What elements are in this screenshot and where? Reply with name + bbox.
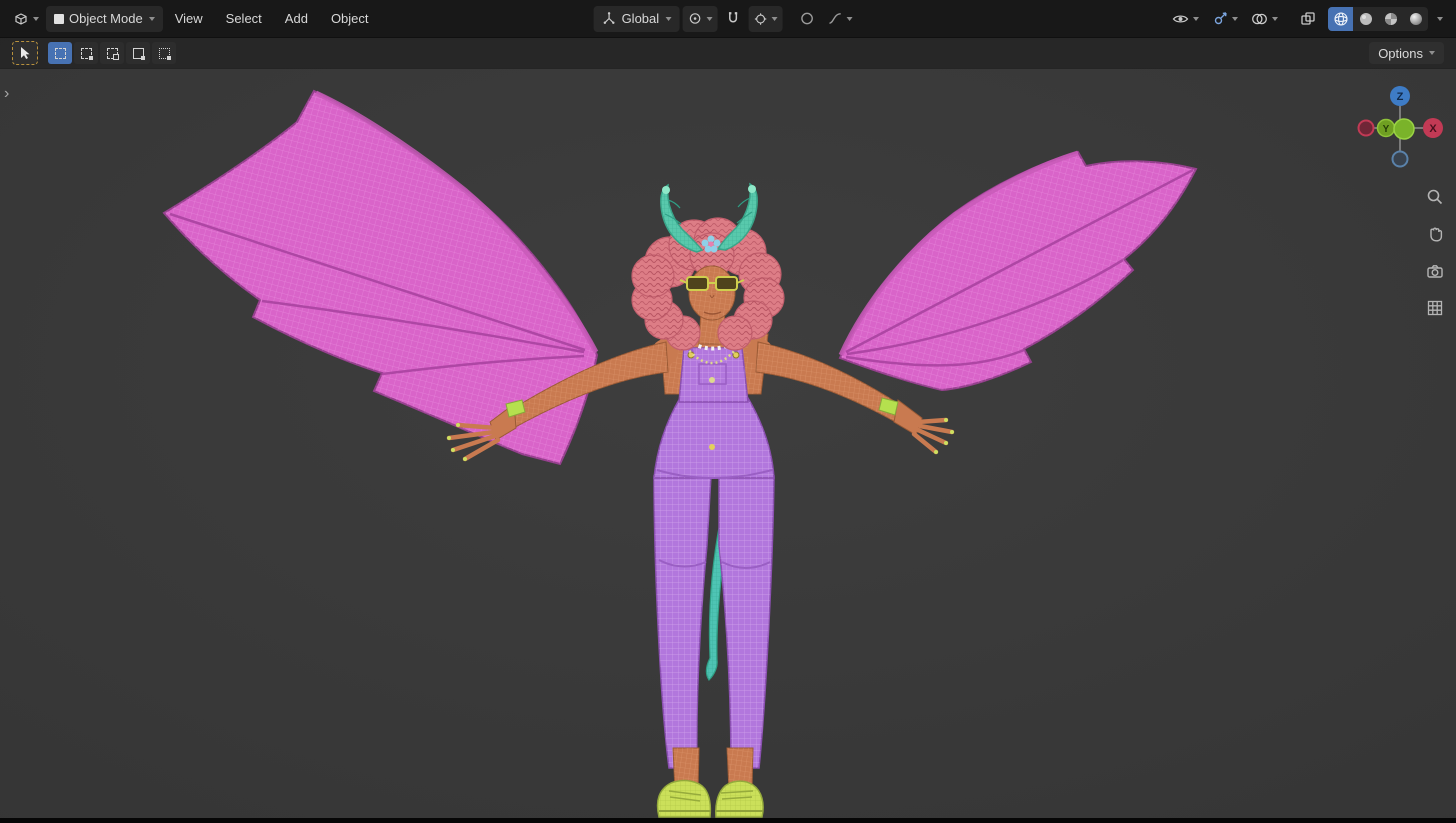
menu-add[interactable]: Add <box>275 6 318 32</box>
pivot-point-icon <box>689 13 700 24</box>
xray-toggle[interactable] <box>1295 6 1321 32</box>
scene-canvas <box>0 38 1456 818</box>
chevron-down-icon <box>706 16 713 21</box>
select-box-extend-icon <box>80 47 93 60</box>
gizmo-axis-y-neg[interactable] <box>1393 118 1415 140</box>
blender-window: Object Mode View Select Add Object Globa… <box>0 0 1456 823</box>
select-box-intersect-icon <box>158 47 171 60</box>
gizmo-axis-x-neg[interactable] <box>1357 119 1375 137</box>
chevron-down-icon <box>1272 16 1278 21</box>
select-box-subtract-icon <box>106 47 119 60</box>
select-box-set-button[interactable] <box>48 42 72 64</box>
visibility-eye-icon <box>1172 15 1189 22</box>
grid-icon <box>1427 300 1443 316</box>
menu-view[interactable]: View <box>165 6 213 32</box>
shading-dropdown[interactable] <box>1431 6 1448 32</box>
visibility-dropdown[interactable] <box>1167 6 1204 32</box>
hand-icon <box>1430 227 1443 242</box>
shading-wireframe-button[interactable] <box>1328 6 1353 31</box>
overlays-dropdown[interactable] <box>1246 6 1283 32</box>
menu-object[interactable]: Object <box>321 6 379 32</box>
falloff-dropdown[interactable] <box>822 6 857 32</box>
options-dropdown[interactable]: Options <box>1369 42 1444 64</box>
select-box-extend-button[interactable] <box>74 42 98 64</box>
snap-toggle[interactable] <box>720 6 745 32</box>
toolbar-expand-arrow[interactable]: › <box>2 84 11 104</box>
gizmo-axis-x[interactable]: X <box>1423 118 1443 138</box>
navigation-gizmo[interactable]: Z Y X <box>1356 84 1444 172</box>
wireframe-sphere-icon <box>1333 11 1348 26</box>
3d-viewport-editor-icon <box>15 12 27 25</box>
chevron-down-icon <box>1437 16 1443 21</box>
select-box-intersect-button[interactable] <box>152 42 176 64</box>
orientation-dropdown[interactable]: Global <box>593 5 680 32</box>
svg-text:Z: Z <box>1397 91 1404 103</box>
tool-header: Options <box>0 38 1456 68</box>
select-box-icon <box>54 47 66 59</box>
snap-settings-dropdown[interactable] <box>748 5 783 32</box>
camera-icon <box>1427 265 1443 278</box>
proportional-toggle[interactable] <box>794 6 819 32</box>
camera-view-button[interactable] <box>1422 258 1448 284</box>
orientation-axes-icon <box>603 12 615 24</box>
gizmos-dropdown[interactable] <box>1207 6 1243 32</box>
editor-type-button[interactable] <box>8 6 44 32</box>
overlays-circles-icon <box>1252 13 1267 24</box>
shading-rendered-button[interactable] <box>1403 7 1428 31</box>
solid-sphere-icon <box>1359 12 1372 25</box>
shading-material-button[interactable] <box>1378 7 1403 31</box>
magnet-icon <box>728 12 737 23</box>
select-box-invert-icon <box>132 47 145 60</box>
zoom-button[interactable] <box>1422 184 1448 210</box>
orthographic-toggle-button[interactable] <box>1422 295 1448 321</box>
falloff-curve-icon <box>828 13 841 24</box>
proportional-circle-icon <box>800 12 813 25</box>
options-label: Options <box>1378 45 1423 61</box>
gizmo-arrows-icon <box>1214 11 1227 24</box>
gizmo-axis-y[interactable]: Y <box>1376 118 1396 138</box>
snap-target-icon <box>754 12 766 25</box>
material-sphere-icon <box>1384 12 1397 25</box>
chevron-down-icon <box>1429 51 1435 55</box>
gizmo-axis-z-neg[interactable] <box>1391 150 1409 168</box>
editor-divider <box>0 818 1456 823</box>
pan-button[interactable] <box>1422 221 1448 247</box>
select-tool-group <box>48 42 176 64</box>
mode-dropdown[interactable]: Object Mode <box>46 5 163 32</box>
chevron-down-icon <box>665 16 672 21</box>
svg-text:X: X <box>1429 123 1437 135</box>
orientation-label: Global <box>621 11 660 26</box>
select-box-subtract-button[interactable] <box>100 42 124 64</box>
chevron-down-icon <box>771 16 778 21</box>
pivot-dropdown[interactable] <box>682 5 718 32</box>
rendered-sphere-icon <box>1409 12 1422 25</box>
xray-squares-icon <box>1301 11 1315 25</box>
mode-label: Object Mode <box>69 11 143 26</box>
viewport-header: Object Mode View Select Add Object Globa… <box>0 0 1456 38</box>
viewport-3d[interactable]: › Z Y X <box>0 38 1456 818</box>
gizmo-axis-z[interactable]: Z <box>1390 86 1410 106</box>
magnifier-icon <box>1427 189 1443 205</box>
shading-mode-group <box>1328 6 1428 31</box>
menu-select[interactable]: Select <box>216 6 272 32</box>
chevron-down-icon <box>846 16 853 21</box>
chevron-down-icon <box>1232 16 1238 21</box>
shading-solid-button[interactable] <box>1353 7 1378 31</box>
chevron-down-icon <box>33 16 39 21</box>
tweak-tool-button[interactable] <box>12 41 38 65</box>
viewport-side-tools <box>1422 184 1448 321</box>
chevron-down-icon <box>148 16 155 21</box>
svg-text:Y: Y <box>1383 124 1390 135</box>
object-mode-icon <box>54 13 64 24</box>
character-face <box>688 265 736 321</box>
select-box-invert-button[interactable] <box>126 42 150 64</box>
chevron-down-icon <box>1193 16 1199 21</box>
menu-bar: View Select Add Object <box>165 6 379 32</box>
cursor-arrow-icon <box>21 47 30 59</box>
